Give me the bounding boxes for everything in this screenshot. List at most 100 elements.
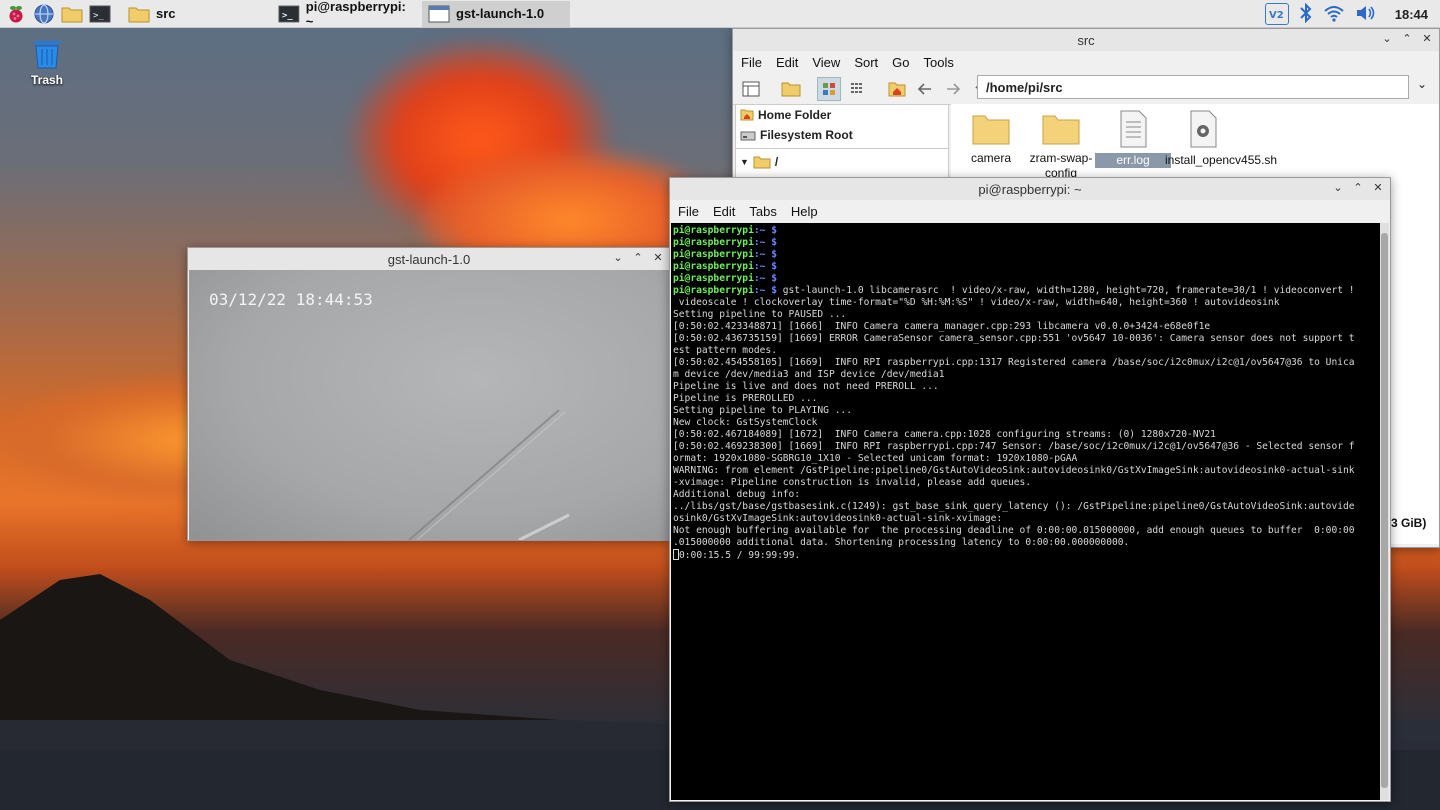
vnc-icon[interactable]: V2 bbox=[1264, 3, 1289, 25]
taskbar-task-gst-launch[interactable]: gst-launch-1.0 bbox=[422, 0, 570, 27]
sidebar-item-filesystem-root[interactable]: Filesystem Root bbox=[736, 125, 948, 145]
menu-help[interactable]: Help bbox=[791, 204, 818, 219]
maximize-icon[interactable]: ⌃ bbox=[1352, 181, 1364, 194]
taskbar-task-terminal[interactable]: >_ pi@raspberrypi: ~ bbox=[272, 0, 422, 29]
list-view-button[interactable] bbox=[845, 77, 869, 101]
menu-view[interactable]: View bbox=[812, 55, 840, 70]
taskbar: >_ src >_ pi@raspberrypi: ~ gst-launch-1… bbox=[0, 0, 1440, 29]
terminal-line: ../libs/gst/base/gstbasesink.c(1249): gs… bbox=[673, 501, 1379, 513]
terminal-output[interactable]: pi@raspberrypi:~ $ pi@raspberrypi:~ $ pi@r… bbox=[671, 223, 1381, 800]
raspberry-menu-icon[interactable] bbox=[4, 2, 28, 26]
file-label: install_opencv455.sh bbox=[1165, 153, 1278, 167]
menu-tabs[interactable]: Tabs bbox=[749, 204, 776, 219]
scrollbar-thumb[interactable] bbox=[1381, 233, 1388, 788]
file-manager-icon[interactable] bbox=[60, 2, 84, 26]
terminal-line: m device /dev/media3 and ISP device /dev… bbox=[673, 369, 1379, 381]
tree-item-root[interactable]: ▼ / bbox=[736, 152, 948, 172]
path-dropdown-chevron-icon[interactable]: ⌄ bbox=[1417, 77, 1427, 91]
terminal-line: pi@raspberrypi:~ $ bbox=[673, 249, 1379, 261]
sidebar-item-home-folder[interactable]: Home Folder bbox=[736, 105, 948, 125]
terminal-line-text: -xvimage: Pipeline construction is inval… bbox=[673, 477, 1032, 488]
terminal-line: pi@raspberrypi:~ $ bbox=[673, 273, 1379, 285]
minimize-icon[interactable]: ⌄ bbox=[1332, 181, 1344, 194]
terminal-line-text: [0:50:02.454558105] [1669] INFO RPI rasp… bbox=[673, 357, 1355, 368]
file-manager-titlebar[interactable]: src ⌄ ⌃ ✕ bbox=[733, 29, 1439, 51]
terminal-menubar: File Edit Tabs Help bbox=[670, 200, 1390, 222]
terminal-scrollbar[interactable] bbox=[1380, 223, 1389, 800]
desktop-trash[interactable]: Trash bbox=[24, 36, 70, 87]
clock[interactable]: 18:44 bbox=[1395, 7, 1428, 22]
grid-icon bbox=[823, 82, 835, 95]
menu-go[interactable]: Go bbox=[892, 55, 909, 70]
tree-item-label: / bbox=[774, 155, 779, 169]
web-browser-icon[interactable] bbox=[32, 2, 56, 26]
terminal-launcher-icon[interactable]: >_ bbox=[88, 2, 112, 26]
terminal-line-text: Setting pipeline to PAUSED ... bbox=[673, 309, 847, 320]
close-icon[interactable]: ✕ bbox=[1421, 32, 1433, 45]
svg-text:>_: >_ bbox=[282, 10, 293, 20]
video-titlebar[interactable]: gst-launch-1.0 ⌄ ⌃ ✕ bbox=[188, 248, 670, 270]
icon-view-button[interactable] bbox=[817, 76, 841, 101]
terminal-line-text: .015000000 additional data. Shortening p… bbox=[673, 537, 1130, 548]
terminal-line: WARNING: from element /GstPipeline:pipel… bbox=[673, 465, 1379, 477]
terminal-line-text: [0:50:02.436735159] [1669] ERROR CameraS… bbox=[673, 333, 1355, 344]
close-icon[interactable]: ✕ bbox=[1372, 181, 1384, 194]
sidebar-item-label: Filesystem Root bbox=[760, 128, 853, 142]
terminal-cursor-line: 0:00:15.5 / 99:99:99. bbox=[673, 549, 1379, 562]
terminal-line-text: ormat: 1920x1080-SGBRG10_1X10 - Selected… bbox=[673, 453, 1078, 464]
file-item-err-log[interactable]: err.log bbox=[1095, 110, 1171, 168]
file-item-camera[interactable]: camera bbox=[953, 112, 1029, 166]
back-button[interactable] bbox=[913, 77, 937, 101]
prompt-user: pi@raspberrypi bbox=[673, 273, 754, 284]
bluetooth-icon[interactable] bbox=[1299, 2, 1313, 26]
terminal-line-text: New clock: GstSystemClock bbox=[673, 417, 818, 428]
menu-tools[interactable]: Tools bbox=[924, 55, 954, 70]
prompt-user: pi@raspberrypi bbox=[673, 237, 754, 248]
menu-edit[interactable]: Edit bbox=[776, 55, 798, 70]
minimize-icon[interactable]: ⌄ bbox=[1381, 32, 1393, 45]
minimize-icon[interactable]: ⌄ bbox=[612, 251, 624, 264]
terminal-titlebar[interactable]: pi@raspberrypi: ~ ⌄ ⌃ ✕ bbox=[670, 178, 1390, 200]
expand-arrow-icon[interactable]: ▼ bbox=[740, 157, 749, 167]
terminal-line-text: WARNING: from element /GstPipeline:pipel… bbox=[673, 465, 1355, 476]
terminal-line: pi@raspberrypi:~ $ gst-launch-1.0 libcam… bbox=[673, 285, 1379, 297]
terminal-line-text: est pattern modes. bbox=[673, 345, 777, 356]
wifi-icon[interactable] bbox=[1323, 4, 1345, 25]
home-icon bbox=[888, 82, 906, 96]
volume-icon[interactable] bbox=[1355, 4, 1377, 25]
terminal-line: videoscale ! clockoverlay time-format="%… bbox=[673, 297, 1379, 309]
prompt-path: :~ $ bbox=[753, 273, 777, 284]
terminal-line: [0:50:02.454558105] [1669] INFO RPI rasp… bbox=[673, 357, 1379, 369]
maximize-icon[interactable]: ⌃ bbox=[632, 251, 644, 264]
terminal-line-text: [0:50:02.423348871] [1666] INFO Camera c… bbox=[673, 321, 1211, 332]
close-icon[interactable]: ✕ bbox=[652, 251, 664, 264]
terminal-line: Setting pipeline to PAUSED ... bbox=[673, 309, 1379, 321]
terminal-line-text: osink0/GstXvImageSink:autovideosink0-act… bbox=[673, 513, 1003, 524]
menu-sort[interactable]: Sort bbox=[854, 55, 878, 70]
terminal-line: Pipeline is live and does not need PRERO… bbox=[673, 381, 1379, 393]
terminal-line-text: Pipeline is live and does not need PRERO… bbox=[673, 381, 939, 392]
list-icon bbox=[851, 82, 862, 93]
new-folder-button[interactable] bbox=[779, 77, 803, 101]
new-window-button[interactable] bbox=[739, 77, 763, 101]
terminal-line-text: gst-launch-1.0 libcamerasrc ! video/x-ra… bbox=[776, 285, 1355, 296]
prompt-user: pi@raspberrypi bbox=[673, 261, 754, 272]
terminal-line: est pattern modes. bbox=[673, 345, 1379, 357]
prompt-path: :~ $ bbox=[753, 237, 777, 248]
path-input[interactable]: /home/pi/src bbox=[977, 75, 1409, 99]
home-button[interactable] bbox=[885, 77, 909, 101]
terminal-line-text: videoscale ! clockoverlay time-format="%… bbox=[673, 297, 1280, 308]
forward-button[interactable] bbox=[941, 77, 965, 101]
prompt-path: :~ $ bbox=[753, 261, 777, 272]
maximize-icon[interactable]: ⌃ bbox=[1401, 32, 1413, 45]
file-item-install-opencv455-sh[interactable]: install_opencv455.sh bbox=[1165, 110, 1278, 168]
menu-edit[interactable]: Edit bbox=[713, 204, 735, 219]
file-item-zram-swap-config[interactable]: zram-swap-config bbox=[1023, 112, 1099, 181]
taskbar-task-file-manager[interactable]: src bbox=[122, 1, 272, 27]
menu-file[interactable]: File bbox=[741, 55, 762, 70]
terminal-line-text: Not enough buffering available for the p… bbox=[673, 525, 1355, 536]
terminal-line: [0:50:02.469238300] [1669] INFO RPI rasp… bbox=[673, 441, 1379, 453]
terminal-line: pi@raspberrypi:~ $ bbox=[673, 225, 1379, 237]
menu-file[interactable]: File bbox=[678, 204, 699, 219]
terminal-line: [0:50:02.436735159] [1669] ERROR CameraS… bbox=[673, 333, 1379, 345]
